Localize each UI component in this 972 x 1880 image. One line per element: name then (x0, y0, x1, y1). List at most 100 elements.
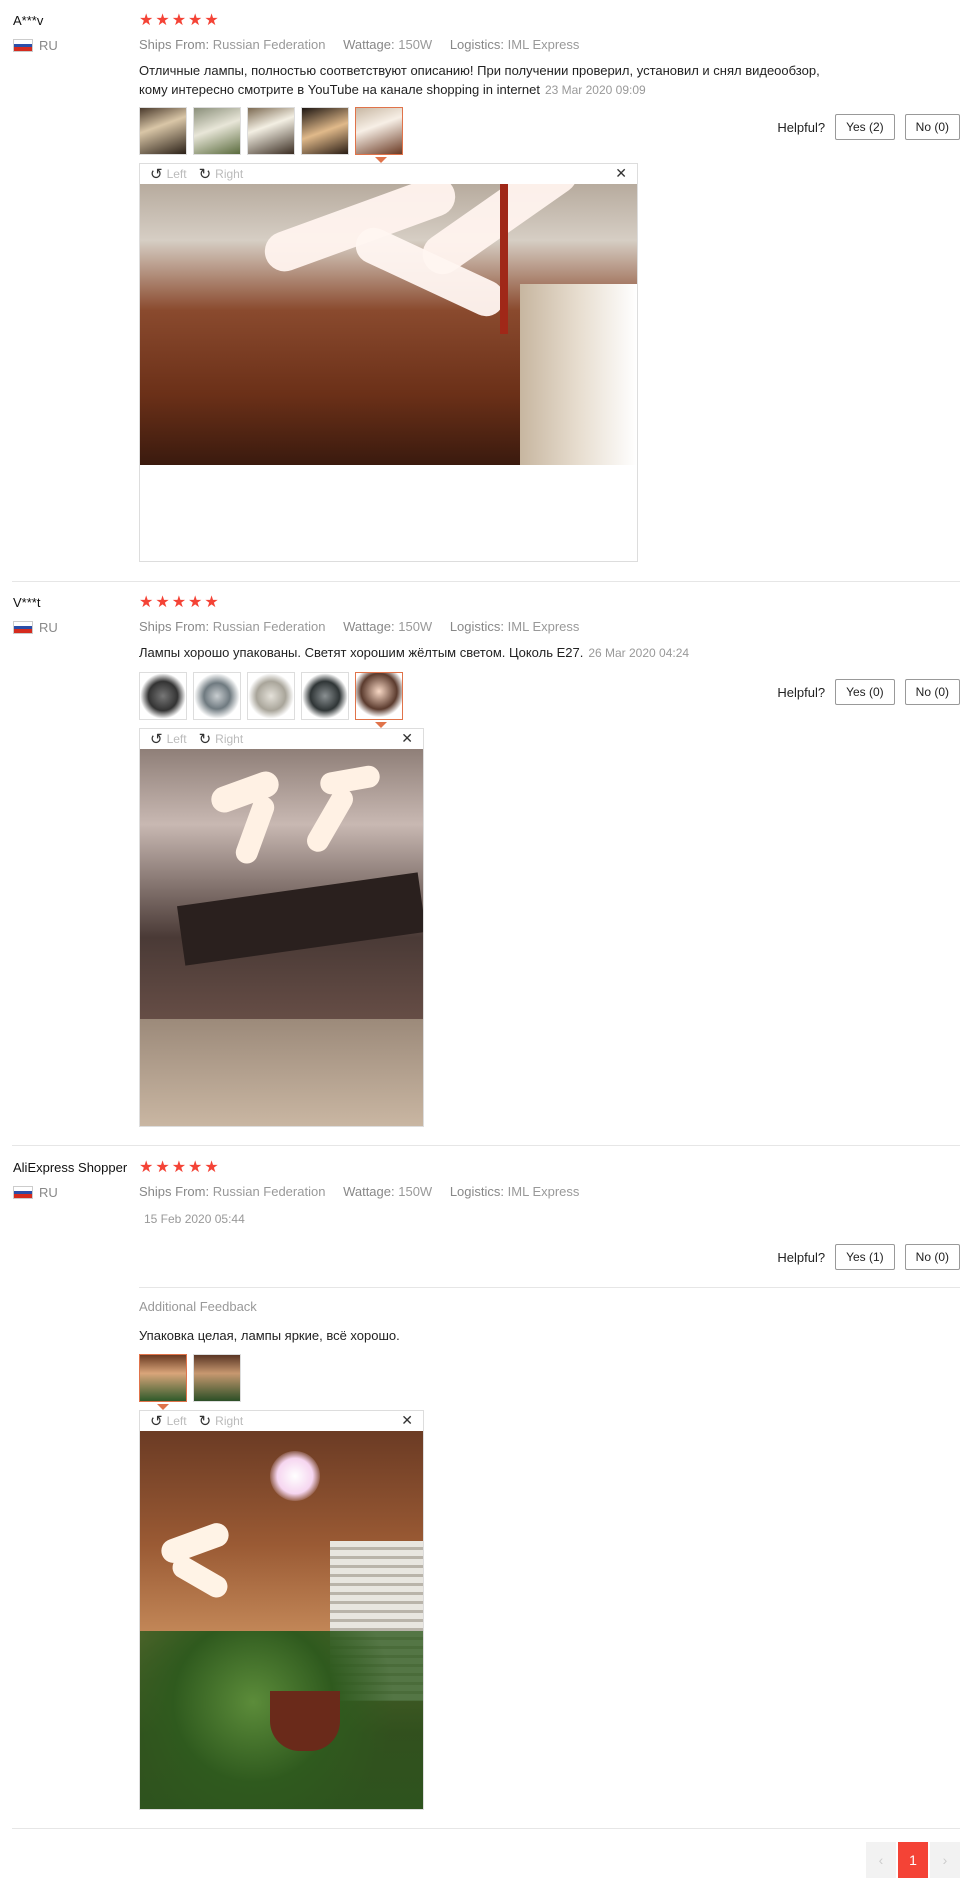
rotate-left-label: Left (166, 167, 187, 181)
pagination-prev-button[interactable]: ‹ (866, 1842, 896, 1878)
star-icon: ★ (204, 1159, 219, 1176)
rotate-right-button[interactable]: ↻ Right (199, 1412, 244, 1430)
logistics-value: IML Express (507, 37, 580, 52)
ships-from-value: Russian Federation (212, 1184, 326, 1199)
review-thumbnail[interactable] (139, 107, 187, 155)
table (177, 872, 423, 966)
page-divider (12, 1828, 960, 1829)
rating-stars: ★ ★ ★ ★ ★ (139, 13, 219, 29)
helpful-label: Helpful? (777, 684, 826, 700)
rotate-right-label: Right (215, 732, 244, 746)
rotate-right-label: Right (215, 167, 244, 181)
country-code: RU (39, 38, 58, 53)
review-thumbnail[interactable] (301, 107, 349, 155)
rotate-right-icon: ↻ (198, 1413, 212, 1430)
pipe (500, 184, 508, 334)
lamp-blade (158, 1519, 232, 1567)
wattage-label: Wattage: (343, 37, 395, 52)
rotate-right-icon: ↻ (198, 166, 212, 183)
ships-from-label: Ships From: (139, 37, 210, 52)
image-viewer: ↺ Left ↻ Right ✕ (139, 163, 638, 562)
star-icon: ★ (155, 12, 170, 29)
rating-stars: ★ ★ ★ ★ ★ (139, 595, 219, 611)
helpful-yes-button[interactable]: Yes (2) (835, 114, 895, 140)
review-thumbnail[interactable] (193, 672, 241, 720)
ships-from-label: Ships From: (139, 1184, 210, 1199)
review-photo (140, 184, 637, 465)
rotate-right-label: Right (215, 1414, 244, 1428)
reviewer-country: RU (13, 1185, 58, 1200)
logistics-value: IML Express (507, 1184, 580, 1199)
rotate-left-icon: ↺ (150, 731, 163, 748)
flower-pot (270, 1691, 340, 1751)
rotate-left-icon: ↺ (150, 1413, 163, 1430)
close-icon[interactable]: ✕ (401, 730, 413, 747)
review-date: 23 Mar 2020 09:09 (544, 83, 646, 97)
review-text: 15 Feb 2020 05:44 (139, 1209, 859, 1229)
ships-from-label: Ships From: (139, 619, 210, 634)
review-text: Отличные лампы, полностью соответствуют … (139, 61, 859, 100)
order-attributes: Ships From: Russian Federation Wattage: … (139, 37, 593, 52)
helpful-no-button[interactable]: No (0) (904, 1244, 960, 1270)
logistics-value: IML Express (507, 619, 580, 634)
carpet (140, 1019, 423, 1126)
rotate-right-button[interactable]: ↻ Right (199, 165, 244, 183)
review-thumbnail[interactable] (139, 672, 187, 720)
review-divider (12, 1145, 960, 1146)
close-icon[interactable]: ✕ (401, 1412, 413, 1429)
review-thumbnail[interactable] (193, 107, 241, 155)
reviewer-name: AliExpress Shopper (13, 1160, 128, 1175)
review-thumbnails (139, 672, 403, 720)
star-icon: ★ (171, 12, 187, 29)
order-attributes: Ships From: Russian Federation Wattage: … (139, 619, 593, 634)
review-thumbnail[interactable] (301, 672, 349, 720)
review-photo (140, 749, 423, 1126)
window (520, 284, 637, 465)
review-text-line: кому интересно смотрите в YouTube на кан… (139, 82, 540, 97)
ships-from-value: Russian Federation (212, 37, 326, 52)
review-thumbnail[interactable] (247, 107, 295, 155)
helpful-no-button[interactable]: No (0) (904, 114, 960, 140)
star-icon: ★ (188, 1159, 203, 1176)
wattage-label: Wattage: (343, 619, 395, 634)
pagination-page-1[interactable]: 1 (898, 1842, 928, 1878)
reviewer-name: A***v (13, 13, 44, 28)
star-icon: ★ (171, 594, 187, 611)
rotate-left-button[interactable]: ↺ Left (150, 165, 187, 183)
star-icon: ★ (155, 594, 170, 611)
review-text-line: Отличные лампы, полностью соответствуют … (139, 63, 820, 78)
review-date: 26 Mar 2020 04:24 (588, 646, 690, 660)
close-icon[interactable]: ✕ (615, 165, 627, 182)
star-icon: ★ (139, 1159, 154, 1176)
helpful-yes-button[interactable]: Yes (0) (835, 679, 895, 705)
lamp-blade (302, 784, 358, 856)
lamp-bulb (270, 1451, 320, 1501)
rotate-left-button[interactable]: ↺ Left (150, 1412, 187, 1430)
review-photo (140, 1431, 423, 1809)
review-thumbnails (139, 107, 403, 155)
ships-from-value: Russian Federation (212, 619, 326, 634)
pagination-next-button[interactable]: › (930, 1842, 960, 1878)
review-thumbnail[interactable] (193, 1354, 241, 1402)
country-code: RU (39, 1185, 58, 1200)
star-icon: ★ (188, 594, 203, 611)
additional-feedback-thumbnails (139, 1354, 241, 1402)
viewer-toolbar: ↺ Left ↻ Right ✕ (140, 1411, 423, 1431)
logistics-label: Logistics: (449, 1184, 505, 1199)
rotate-left-icon: ↺ (150, 166, 163, 183)
viewer-toolbar: ↺ Left ↻ Right ✕ (140, 164, 637, 184)
review-thumbnail[interactable] (247, 672, 295, 720)
rotate-right-button[interactable]: ↻ Right (199, 730, 244, 748)
helpful-votes: Helpful? Yes (2) No (0) (777, 114, 960, 140)
helpful-votes: Helpful? Yes (1) No (0) (777, 1244, 960, 1270)
review-thumbnail-active[interactable] (139, 1354, 187, 1402)
helpful-no-button[interactable]: No (0) (904, 679, 960, 705)
helpful-yes-button[interactable]: Yes (1) (835, 1244, 895, 1270)
helpful-label: Helpful? (777, 1249, 826, 1265)
wattage-value: 150W (398, 1184, 433, 1199)
review-thumbnail-active[interactable] (355, 107, 403, 155)
rotate-left-button[interactable]: ↺ Left (150, 730, 187, 748)
review-thumbnail-active[interactable] (355, 672, 403, 720)
viewer-toolbar: ↺ Left ↻ Right ✕ (140, 729, 423, 749)
helpful-votes: Helpful? Yes (0) No (0) (777, 679, 960, 705)
